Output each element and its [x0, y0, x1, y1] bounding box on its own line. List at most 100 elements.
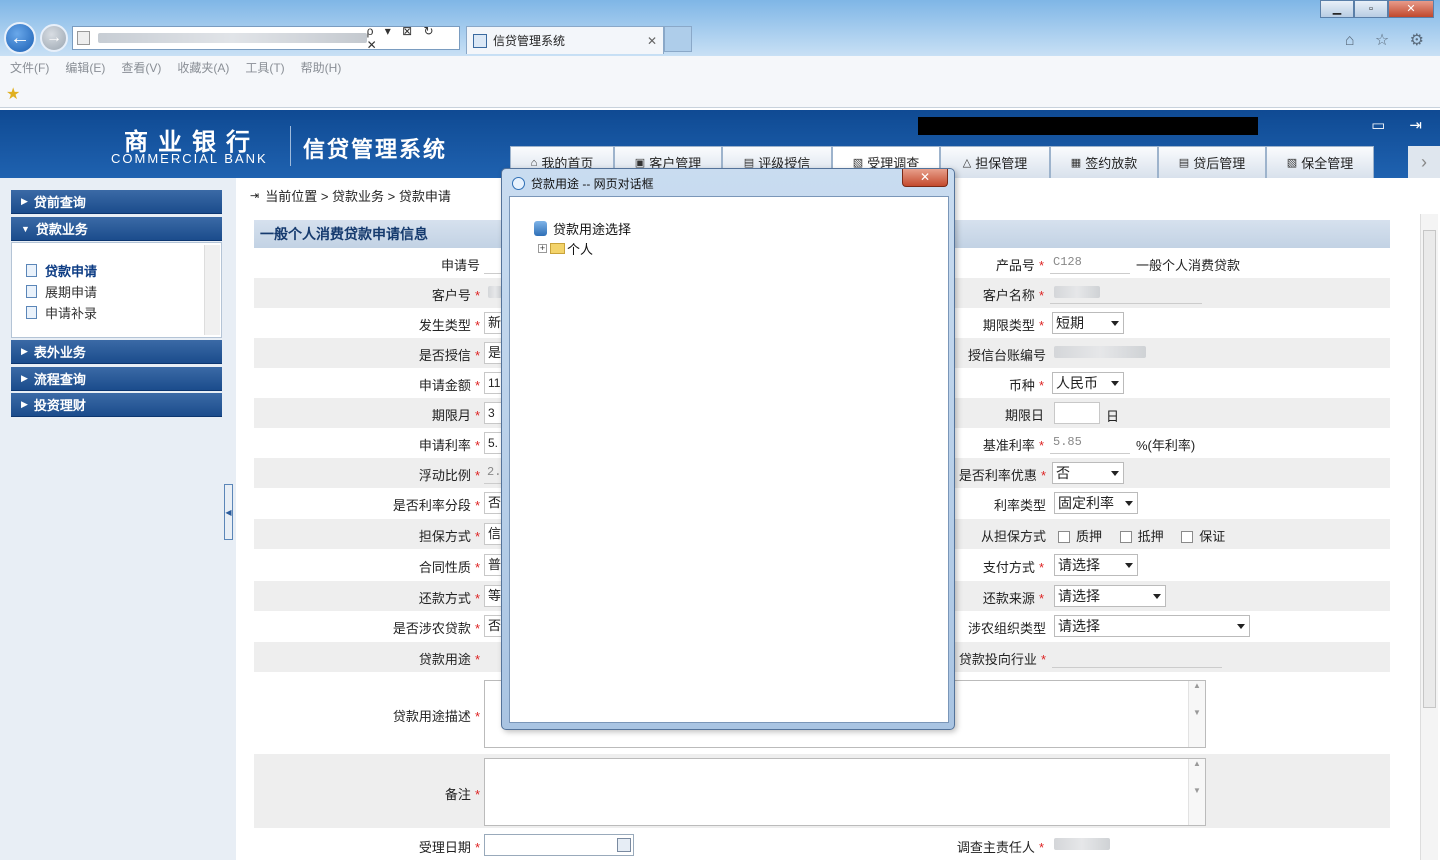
- required-marker: *: [474, 498, 480, 513]
- redacted-user-info: [918, 117, 1258, 135]
- sidebar-group-process-query[interactable]: ▶ 流程查询: [11, 367, 222, 391]
- menu-file[interactable]: 文件(F): [10, 59, 49, 76]
- tab-contract[interactable]: ▦ 签约放款: [1050, 146, 1158, 178]
- tab-close-icon[interactable]: ✕: [647, 34, 657, 48]
- required-marker: *: [474, 840, 480, 855]
- sidebar-item-loan-application[interactable]: 贷款申请: [26, 261, 97, 280]
- label-text: 期限日: [1004, 408, 1044, 423]
- window-close-button[interactable]: ✕: [1388, 0, 1434, 18]
- payment-method-select[interactable]: 请选择: [1054, 554, 1138, 576]
- expand-plus-icon[interactable]: +: [538, 244, 547, 253]
- credit-ledger-redacted: [1054, 346, 1146, 358]
- address-controls[interactable]: ρ ▾ ⊠ ↻ ✕: [367, 24, 455, 52]
- browser-toolbar-icons[interactable]: ⌂ ☆ ⚙: [1345, 30, 1432, 50]
- sidebar-group-loan-business[interactable]: ▼ 贷款业务: [11, 217, 222, 241]
- tab-preservation[interactable]: ▧ 保全管理: [1266, 146, 1374, 178]
- label-text: 贷款用途: [418, 652, 471, 667]
- header-action-icons[interactable]: ▭ ⇥: [1371, 116, 1432, 134]
- menu-help[interactable]: 帮助(H): [301, 59, 342, 76]
- rate-discount-select[interactable]: 否: [1052, 462, 1124, 484]
- menu-tools[interactable]: 工具(T): [245, 59, 284, 76]
- textarea-scrollbar[interactable]: ▲ ▼: [1188, 759, 1205, 825]
- sidebar-item-label: 展期申请: [45, 285, 98, 300]
- label-text: 涉农组织类型: [967, 621, 1046, 636]
- tab-post-loan[interactable]: ▤ 贷后管理: [1158, 146, 1266, 178]
- tab-preservation-label: 保全管理: [1301, 156, 1354, 171]
- back-button[interactable]: ←: [4, 22, 36, 54]
- sidebar-scrollbar[interactable]: [204, 245, 220, 335]
- label-text: 浮动比例: [418, 468, 471, 483]
- required-marker: *: [1038, 560, 1044, 575]
- sidebar-item-label: 申请补录: [45, 306, 98, 321]
- repay-source-select[interactable]: 请选择: [1054, 585, 1166, 607]
- customer-name-label: 客户名称 *: [944, 285, 1044, 304]
- dialog-close-button[interactable]: ✕: [902, 169, 948, 187]
- sidebar-item-extension[interactable]: 展期申请: [26, 282, 97, 301]
- maximize-button[interactable]: ▫: [1354, 0, 1388, 18]
- mortgage-checkbox[interactable]: [1119, 531, 1132, 543]
- select-value: 人民币: [1056, 375, 1098, 391]
- main-scrollbar[interactable]: [1420, 214, 1438, 860]
- sidebar-collapse-handle[interactable]: ◀: [224, 484, 233, 540]
- menu-edit[interactable]: 编辑(E): [65, 59, 105, 76]
- customer-no-redacted: [488, 286, 502, 298]
- address-bar[interactable]: ρ ▾ ⊠ ↻ ✕: [72, 24, 460, 52]
- accept-date-label: 受理日期 *: [254, 837, 480, 856]
- label-text: 是否授信: [418, 348, 471, 363]
- remark-textarea[interactable]: ▲ ▼: [484, 758, 1206, 826]
- forward-button[interactable]: →: [40, 24, 68, 52]
- new-tab-button[interactable]: [664, 26, 692, 52]
- industry-field-underline[interactable]: [1052, 667, 1222, 668]
- investigator-redacted: [1054, 838, 1110, 850]
- label-text: 支付方式: [982, 560, 1035, 575]
- rate-type-select[interactable]: 固定利率: [1054, 492, 1138, 514]
- label-text: 贷款投向行业: [958, 652, 1037, 667]
- sidebar-group-pre-loan-query[interactable]: ▶ 贷前查询: [11, 190, 222, 214]
- minimize-button[interactable]: ▁: [1320, 0, 1354, 18]
- remark-label: 备注 *: [254, 784, 480, 803]
- tree-root-node[interactable]: 贷款用途选择: [534, 219, 631, 238]
- currency-select[interactable]: 人民币: [1052, 372, 1124, 394]
- label-text: 发生类型: [418, 318, 471, 333]
- textarea-scrollbar[interactable]: ▲ ▼: [1188, 681, 1205, 747]
- caret-right-icon: ▶: [21, 399, 28, 409]
- dialog-body: 贷款用途选择 + 个人: [509, 196, 949, 723]
- required-marker: *: [474, 318, 480, 333]
- term-day-unit: 日: [1106, 409, 1120, 424]
- tab-guarantee[interactable]: △ 担保管理: [940, 146, 1050, 178]
- contract-nature-label: 合同性质 *: [254, 557, 480, 576]
- tab-guarantee-label: 担保管理: [975, 156, 1028, 171]
- term-day-field[interactable]: [1054, 402, 1100, 424]
- accept-date-field[interactable]: [484, 834, 634, 856]
- browser-tab-active[interactable]: 信贷管理系统 ✕: [466, 26, 664, 54]
- pledge-checkbox[interactable]: [1058, 531, 1070, 543]
- dropdown-arrow-icon: [1111, 321, 1119, 326]
- nav-scroll-right-icon[interactable]: ›: [1408, 146, 1440, 178]
- menu-favorites[interactable]: 收藏夹(A): [177, 59, 229, 76]
- currency-label: 币种 *: [944, 375, 1044, 394]
- home-icon: ⌂: [530, 156, 538, 169]
- dropdown-arrow-icon: [1125, 501, 1133, 506]
- pledge-label: 质押: [1076, 529, 1103, 544]
- scrollbar-thumb[interactable]: [1423, 230, 1436, 708]
- base-rate-unit: %(年利率): [1136, 438, 1196, 453]
- browser-tab-title: 信贷管理系统: [493, 34, 566, 48]
- label-text: 申请号: [440, 258, 480, 273]
- form-row: 备注 * ▲ ▼: [254, 754, 1390, 828]
- calendar-icon[interactable]: [617, 838, 631, 852]
- apply-rate-label: 申请利率 *: [254, 435, 480, 454]
- tree-node-personal[interactable]: + 个人: [538, 239, 593, 258]
- sidebar-group-investment[interactable]: ▶ 投资理财: [11, 393, 222, 417]
- menu-view[interactable]: 查看(V): [121, 59, 161, 76]
- rate-segment-label: 是否利率分段 *: [254, 495, 480, 514]
- favorites-star-icon[interactable]: ★: [6, 84, 20, 104]
- application-no-label: 申请号: [254, 255, 480, 274]
- sidebar-group-off-balance[interactable]: ▶ 表外业务: [11, 340, 222, 364]
- term-type-select[interactable]: 短期: [1052, 312, 1124, 334]
- sidebar-item-supplement[interactable]: 申请补录: [26, 303, 97, 322]
- guaranty-checkbox[interactable]: [1181, 531, 1194, 543]
- mortgage-label: 抵押: [1137, 529, 1164, 544]
- label-text: 还款来源: [982, 591, 1035, 606]
- agri-org-type-select[interactable]: 请选择: [1054, 615, 1250, 637]
- tree-root-icon: [534, 221, 547, 236]
